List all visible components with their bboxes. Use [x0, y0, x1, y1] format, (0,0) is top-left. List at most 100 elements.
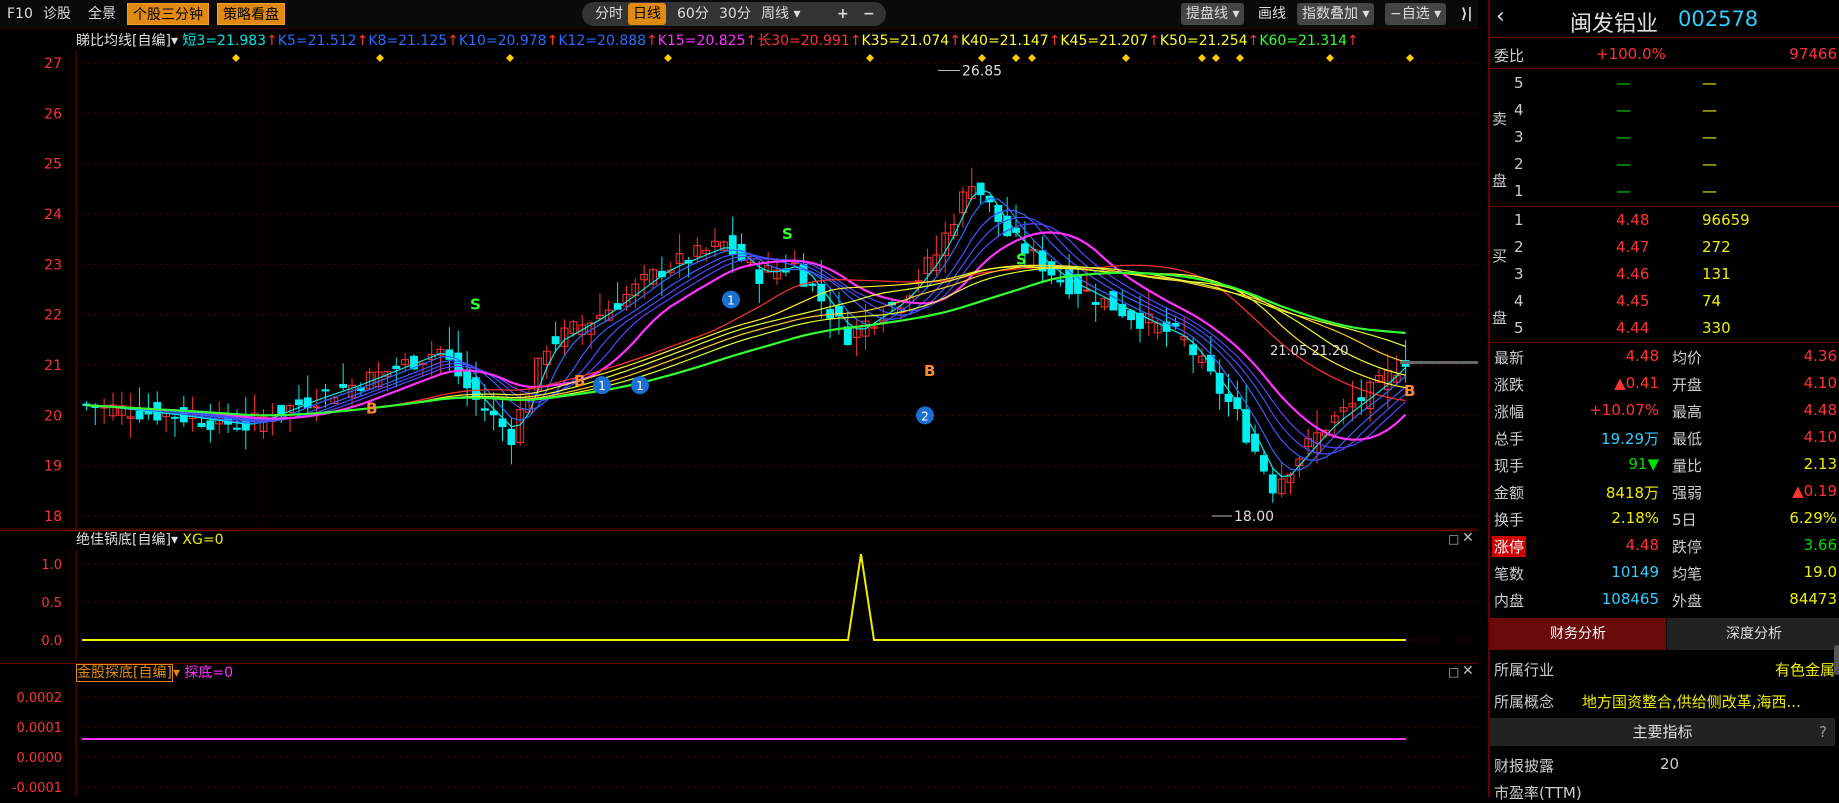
ma-value: K50=21.254 — [1159, 33, 1248, 49]
candle-body — [843, 326, 852, 345]
order-volume: — — [1702, 155, 1717, 173]
order-row[interactable]: 2— — — [1490, 151, 1839, 178]
watchlist-dropdown[interactable]: −自选 ▾ — [1385, 3, 1447, 25]
ma-value: 长30=20.991 — [757, 33, 850, 49]
order-row[interactable]: 4— — — [1490, 97, 1839, 124]
candle-body — [171, 416, 179, 419]
stat-row: 现手 91▼ 量比 2.13 — [1494, 455, 1837, 475]
stat-row: 涨跌 ▲0.41 开盘 4.10 — [1494, 374, 1837, 394]
y-tick-label: 20 — [44, 408, 62, 424]
stat-value: 6.29% — [1789, 509, 1837, 527]
scrollbar[interactable] — [1834, 645, 1839, 675]
ma-value: 短3=21.983 — [182, 33, 267, 49]
order-row[interactable]: 3 4.46 131 — [1490, 261, 1839, 288]
period-week[interactable]: 周线 ▾ — [756, 3, 805, 25]
top-toolbar: F10 诊股 全景 个股三分钟 策略看盘 分时 日线 60分 30分 周线 ▾ … — [0, 0, 1478, 29]
zoom-in-button[interactable]: + — [832, 3, 854, 25]
order-row[interactable]: 4 4.45 74 — [1490, 288, 1839, 315]
panorama-button[interactable]: 全景 — [83, 3, 121, 25]
stat-row: 笔数 10149 均笔 19.0 — [1494, 563, 1837, 583]
period-day[interactable]: 日线 — [628, 3, 666, 25]
diamond-marker — [1198, 54, 1206, 62]
close-icon[interactable]: ✕ — [1462, 663, 1474, 679]
stat-value: ▲0.41 — [1614, 374, 1659, 392]
help-icon[interactable]: ? — [1819, 718, 1827, 746]
stat-value: 108465 — [1601, 590, 1659, 608]
order-row[interactable]: 1— — — [1490, 178, 1839, 205]
maximize-icon[interactable]: □ — [1448, 665, 1459, 679]
index-overlay-dropdown[interactable]: 指数叠加 ▾ — [1297, 3, 1375, 25]
stat-value: 91▼ — [1628, 455, 1659, 473]
candle-body — [197, 422, 206, 427]
candle-body — [1215, 372, 1224, 394]
draw-line-button[interactable]: 画线 — [1253, 3, 1291, 25]
order-row[interactable]: 1 4.48 96659 — [1490, 207, 1839, 234]
candle-body — [339, 384, 348, 388]
diamond-marker — [866, 54, 874, 62]
candle-body — [1268, 474, 1277, 494]
stock-3min-button[interactable]: 个股三分钟 — [127, 3, 209, 25]
maximize-icon[interactable]: □ — [1448, 532, 1459, 546]
signal-number: 2 — [921, 409, 929, 423]
strategy-button[interactable]: 策略看盘 — [217, 3, 285, 25]
order-volume: 96659 — [1702, 211, 1750, 229]
xg-line — [82, 553, 1406, 641]
concept-value[interactable]: 地方国资整合,供给侧改革,海西... — [1582, 691, 1801, 712]
stock-name: 闽发铝业 — [1570, 12, 1659, 37]
order-price: — — [1616, 155, 1631, 173]
order-row[interactable]: 5— — — [1490, 70, 1839, 97]
period-60m[interactable]: 60分 — [672, 3, 714, 25]
signal-number: 1 — [598, 379, 606, 393]
y-tick-label: 0.0 — [41, 634, 62, 649]
order-price: 4.48 — [1616, 211, 1650, 229]
diagnose-button[interactable]: 诊股 — [38, 3, 76, 25]
collapse-panel-icon[interactable]: ⟩| — [1456, 3, 1478, 25]
diamond-marker — [1326, 54, 1334, 62]
indicator2-name[interactable]: 金股探底[自编] — [76, 664, 173, 682]
tab-depth[interactable]: 深度分析 — [1667, 618, 1839, 650]
ma-values: 短3=21.983↑K5=21.512↑K8=21.125↑K10=20.978… — [182, 33, 1359, 49]
candle-body — [1056, 279, 1065, 283]
candle-body — [135, 410, 144, 420]
tipan-dropdown[interactable]: 提盘线 ▾ — [1181, 3, 1245, 25]
candle-body — [551, 336, 560, 345]
indicator1-name[interactable]: 绝佳锅底[自编] — [76, 532, 171, 548]
buy-marker: B — [924, 362, 935, 380]
stock-title-bar: ‹ 闽发铝业 002578 — [1490, 0, 1839, 38]
book-side-label: 卖盘 — [1492, 110, 1508, 190]
order-row[interactable]: 5 4.44 330 — [1490, 315, 1839, 342]
period-fenshi[interactable]: 分时 — [590, 3, 628, 25]
ma-value: K12=20.888 — [558, 33, 647, 49]
main-indicators-header[interactable]: 主要指标? — [1490, 718, 1835, 746]
indicator2-header: 金股探底[自编]▾ 探底=0 — [76, 664, 234, 682]
candle-body — [1082, 289, 1091, 292]
order-price: 4.47 — [1616, 238, 1650, 256]
diamond-marker — [1028, 54, 1036, 62]
stat-value: 3.66 — [1803, 536, 1837, 554]
diamond-marker — [1406, 54, 1414, 62]
zoom-out-button[interactable]: − — [858, 3, 880, 25]
ma-value: K5=21.512 — [277, 33, 357, 49]
y-tick-label: -0.0001 — [12, 781, 62, 796]
stat-value: 2.13 — [1803, 455, 1837, 473]
period-30m[interactable]: 30分 — [714, 3, 756, 25]
stat-value: 8418万 — [1605, 484, 1659, 502]
stat-row: 换手 2.18% 5日 6.29% — [1494, 509, 1837, 529]
indicator2-chart: 0.0002 0.0001 0.0000 -0.0001 — [12, 683, 1478, 797]
candlestick-chart[interactable]: 2726252423222120191826.8518.0021.05 21.2… — [0, 50, 1478, 530]
sell-marker: S — [470, 296, 481, 314]
order-volume: 330 — [1702, 319, 1731, 337]
y-tick-label: 21 — [44, 358, 62, 374]
back-arrow-icon[interactable]: ‹ — [1496, 4, 1505, 29]
candle-body — [206, 420, 215, 430]
ma-indicator-name[interactable]: 睇比均线[自编] — [76, 33, 171, 49]
signal-number: 1 — [727, 294, 735, 308]
ma-line — [86, 264, 1406, 416]
order-row[interactable]: 3— — — [1490, 124, 1839, 151]
f10-button[interactable]: F10 — [2, 3, 38, 25]
order-row[interactable]: 2 4.47 272 — [1490, 234, 1839, 261]
close-icon[interactable]: ✕ — [1462, 530, 1474, 546]
industry-value[interactable]: 有色金属 — [1775, 659, 1835, 680]
tab-financial[interactable]: 财务分析 — [1490, 618, 1666, 650]
stat-row: 总手 19.29万 最低 4.10 — [1494, 428, 1837, 448]
